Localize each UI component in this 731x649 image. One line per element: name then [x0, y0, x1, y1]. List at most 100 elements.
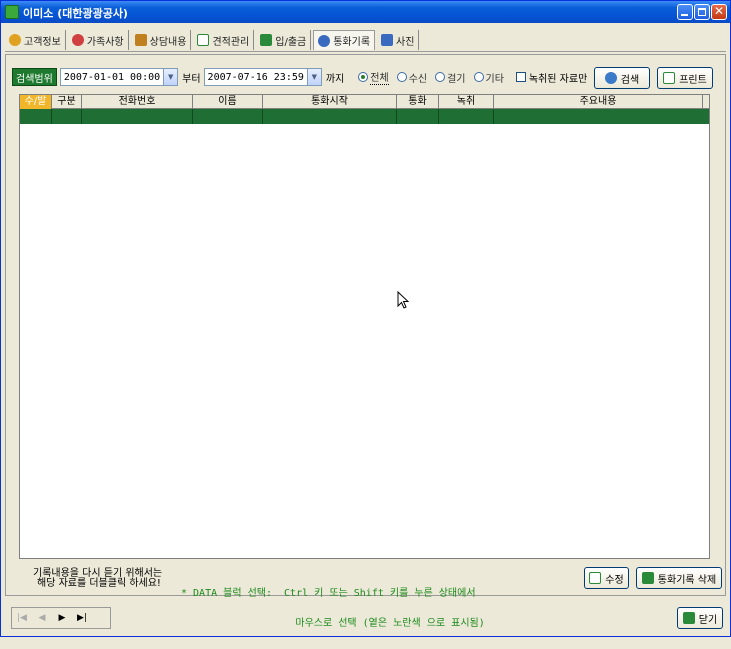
radio-all[interactable]: 전체 — [358, 69, 389, 85]
close-icon: ✕ — [713, 4, 725, 18]
from-datetime-value: 2007-01-01 00:00 — [63, 71, 161, 83]
call-records-table[interactable]: 수/발 구분 전화번호 이름 통화시작 통화 녹취 주요내용 — [19, 94, 710, 559]
clipboard-icon — [134, 34, 147, 46]
table-header: 수/발 구분 전화번호 이름 통화시작 통화 녹취 주요내용 — [20, 95, 709, 109]
delete-button-label: 통화기록 삭제 — [657, 574, 717, 586]
maximize-button[interactable] — [694, 4, 710, 20]
playback-hint: 기록내용을 다시 듣기 위해서는 해당 자료를 더블클릭 하세요! — [33, 569, 162, 589]
column-header-recording[interactable]: 녹취 — [439, 95, 494, 109]
door-icon — [682, 612, 695, 624]
radio-label: 걸기 — [447, 73, 466, 85]
search-range-label: 검색범위 — [12, 68, 57, 86]
table-cell — [494, 109, 703, 124]
print-button-label: 프린트 — [679, 74, 707, 86]
to-datetime-value: 2007-07-16 23:59 — [207, 71, 304, 83]
recorded-only-checkbox[interactable]: 녹취된 자료만 — [515, 70, 588, 85]
chevron-down-icon[interactable]: ▼ — [163, 69, 178, 85]
tab-label: 가족사항 — [86, 36, 124, 48]
to-datetime-picker[interactable]: 2007-07-16 23:59 ▼ — [203, 68, 322, 86]
tab-label: 입/출금 — [275, 36, 307, 48]
title-bar[interactable]: 이미소 (대한광광공사) ✕ — [1, 1, 730, 23]
mouse-pointer-icon — [397, 291, 410, 309]
close-window-button[interactable]: ✕ — [711, 4, 727, 20]
edit-button-label: 수정 — [605, 574, 624, 586]
search-filter-bar: 검색범위 2007-01-01 00:00 ▼ 부터 2007-07-16 23… — [12, 67, 587, 87]
search-button[interactable]: 검색 — [594, 67, 650, 89]
radio-label: 기타 — [485, 73, 504, 85]
radio-incoming[interactable]: 수신 — [396, 70, 428, 85]
radio-other[interactable]: 기타 — [473, 70, 504, 85]
checkbox-box — [515, 72, 526, 82]
close-button[interactable]: 닫기 — [677, 607, 723, 629]
table-cell — [20, 109, 52, 124]
document-icon — [197, 34, 210, 46]
tab-photo[interactable]: 사진 — [377, 30, 420, 50]
chevron-down-icon[interactable]: ▼ — [306, 69, 321, 85]
delete-call-records-button[interactable]: 통화기록 삭제 — [636, 567, 722, 589]
radio-label: 수신 — [408, 73, 428, 85]
tab-label: 견적관리 — [212, 36, 250, 48]
column-header-call-start[interactable]: 통화시작 — [263, 95, 397, 109]
table-cell — [397, 109, 439, 124]
column-header-content[interactable]: 주요내용 — [494, 95, 703, 109]
column-header-name[interactable]: 이름 — [193, 95, 263, 109]
radio-outgoing[interactable]: 걸기 — [435, 70, 466, 85]
tab-label: 통화기록 — [333, 37, 371, 48]
tab-family[interactable]: 가족사항 — [68, 30, 129, 50]
checkbox-label: 녹취된 자료만 — [528, 73, 588, 85]
tab-deposit-withdraw[interactable]: 입/출금 — [256, 30, 312, 50]
tab-bar: 고객정보 가족사항 상담내용 견적관리 입/출금 통화기록 사진 — [5, 29, 421, 51]
window-title: 이미소 (대한광광공사) — [23, 7, 128, 20]
previous-record-icon[interactable]: ◀ — [32, 613, 52, 623]
family-icon — [71, 34, 84, 46]
tab-call-records[interactable]: 통화기록 — [313, 30, 376, 50]
minimize-icon — [681, 14, 688, 16]
printer-icon — [663, 72, 676, 84]
block-select-hint-line-1: * DATA 블럭 선택: Ctrl 키 또는 Shift 키를 누른 상태에서 — [181, 588, 476, 599]
playback-hint-line-2: 해당 자료를 더블클릭 하세요! — [37, 578, 161, 589]
tab-label: 상담내용 — [149, 36, 187, 48]
next-record-icon[interactable]: ▶ — [52, 613, 72, 623]
tab-estimate[interactable]: 견적관리 — [193, 30, 255, 50]
radio-dot — [358, 72, 369, 82]
app-icon — [5, 5, 19, 19]
table-cell — [82, 109, 193, 124]
tab-divider — [5, 51, 726, 52]
tab-consultation[interactable]: 상담내용 — [131, 30, 192, 50]
column-header-type[interactable]: 구분 — [52, 95, 82, 109]
tab-label: 사진 — [396, 36, 415, 48]
column-header-duration[interactable]: 통화 — [397, 95, 439, 109]
radio-dot — [435, 72, 446, 82]
print-button[interactable]: 프린트 — [657, 67, 713, 89]
edit-check-icon — [589, 572, 602, 584]
table-cell — [439, 109, 494, 124]
column-header-direction[interactable]: 수/발 — [20, 95, 52, 109]
minimize-button[interactable] — [677, 4, 693, 20]
table-cell — [52, 109, 82, 124]
person-icon — [9, 34, 21, 46]
edit-button[interactable]: 수정 — [584, 567, 629, 589]
photo-icon — [381, 34, 394, 46]
tab-customer-info[interactable]: 고객정보 — [5, 30, 66, 50]
from-datetime-picker[interactable]: 2007-01-01 00:00 ▼ — [59, 68, 179, 86]
radio-dot — [473, 72, 484, 82]
delete-icon — [641, 572, 654, 584]
search-button-label: 검색 — [620, 74, 640, 86]
close-button-label: 닫기 — [698, 614, 718, 626]
main-window: 이미소 (대한광광공사) ✕ 고객정보 가족사항 상담내용 견적관리 입/출금 … — [0, 0, 731, 637]
phone-icon — [318, 34, 331, 47]
to-suffix: 까지 — [325, 73, 345, 85]
column-header-phone[interactable]: 전화번호 — [82, 95, 193, 109]
record-navigator: |◀ ◀ ▶ ▶| — [11, 607, 111, 629]
table-row[interactable] — [20, 109, 709, 124]
radio-label: 전체 — [370, 69, 389, 85]
table-cell — [263, 109, 397, 124]
last-record-icon[interactable]: ▶| — [72, 613, 92, 623]
maximize-icon — [698, 8, 706, 16]
search-icon — [604, 72, 617, 84]
radio-dot — [396, 72, 407, 82]
money-icon — [260, 34, 273, 46]
tab-label: 고객정보 — [24, 36, 61, 48]
first-record-icon[interactable]: |◀ — [12, 613, 32, 623]
bottom-bar: |◀ ◀ ▶ ▶| 닫기 — [5, 601, 726, 633]
